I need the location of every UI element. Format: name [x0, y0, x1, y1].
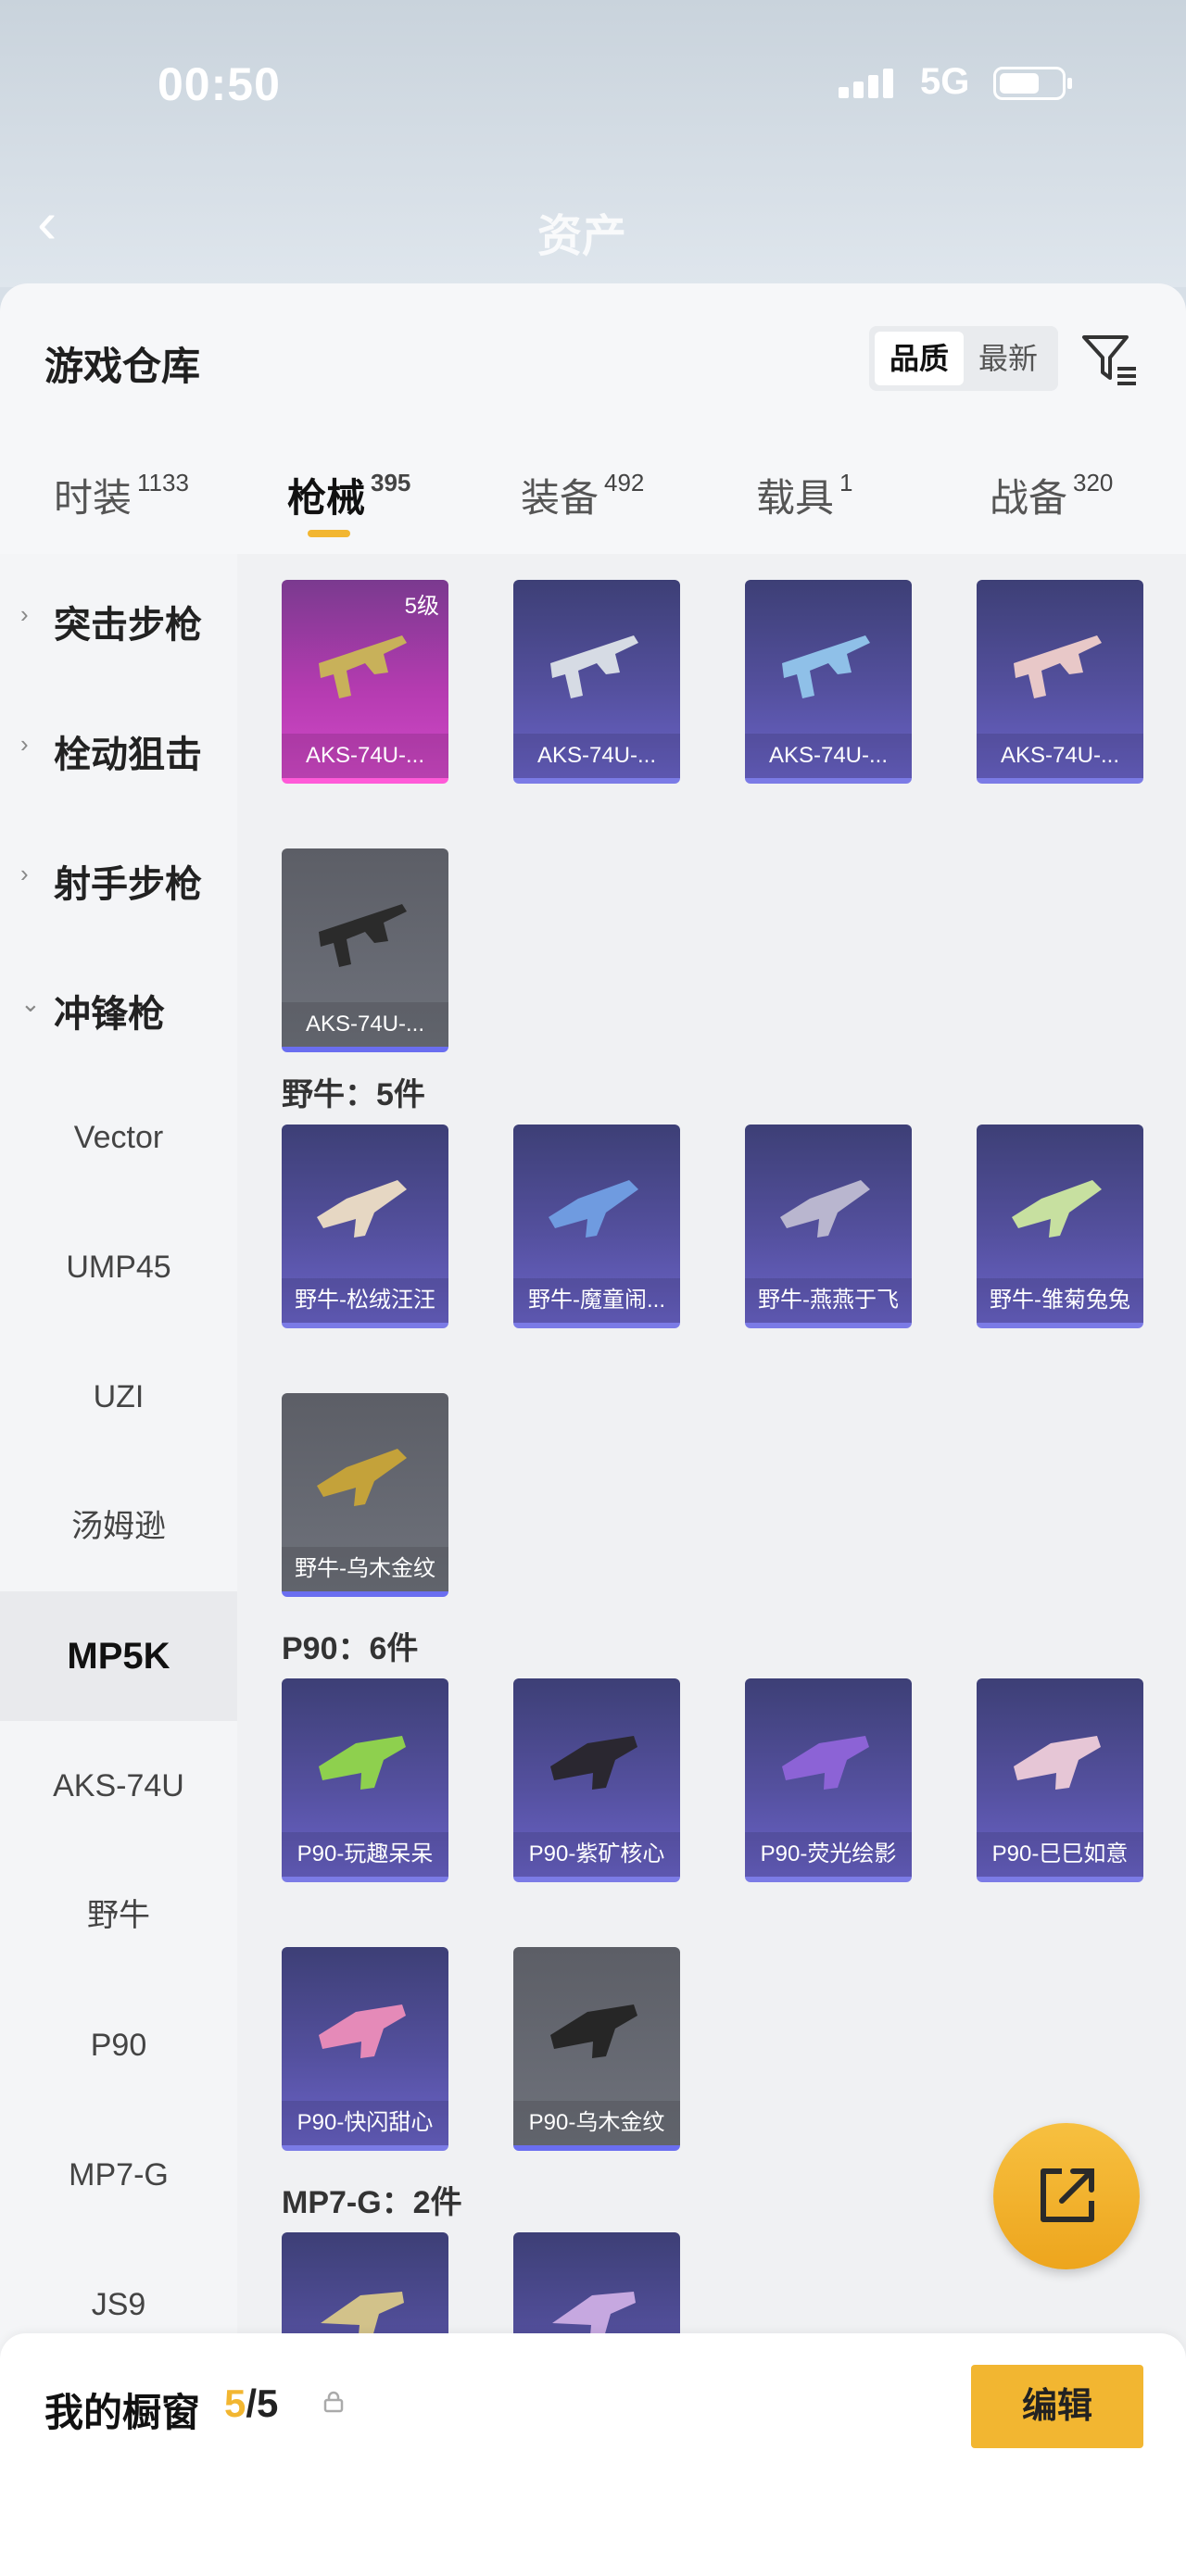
chevron-right-icon: › [20, 600, 29, 628]
weapon-name: P90-荧光绘影 [745, 1832, 912, 1877]
weapon-card[interactable]: AKS-74U-... [282, 848, 448, 1052]
edit-button[interactable]: 编辑 [971, 2365, 1143, 2448]
status-time: 00:50 [158, 58, 281, 110]
smg-icon [317, 1449, 407, 1506]
weapon-name: 野牛-雏菊兔兔 [977, 1278, 1143, 1323]
sidebar-category-marksman-rifle[interactable]: › 射手步枪 [0, 813, 237, 943]
battery-icon [993, 67, 1072, 100]
sidebar-category-bolt-sniper[interactable]: › 栓动狙击 [0, 684, 237, 813]
status-bar: 00:50 5G ‹ 资产 [0, 0, 1186, 287]
sheet-title: 游戏仓库 [44, 345, 201, 388]
weapon-name: AKS-74U-... [745, 734, 912, 778]
smg-icon [780, 1180, 870, 1238]
back-button[interactable]: ‹ [37, 193, 57, 252]
weapon-card[interactable]: 野牛-燕燕于飞 [745, 1125, 912, 1328]
weapon-name: 野牛-魔童闹... [513, 1278, 680, 1323]
weapon-card[interactable]: AKS-74U-... [513, 580, 680, 784]
network-label: 5G [920, 61, 970, 102]
weapon-card[interactable]: AKS-74U-... [745, 580, 912, 784]
weapon-card[interactable]: P90-巳巳如意 [977, 1678, 1143, 1882]
sidebar-category-smg[interactable]: ⌄ 冲锋枪 [0, 943, 237, 1073]
weapon-name: P90-玩趣呆呆 [282, 1832, 448, 1877]
rifle-icon [550, 635, 638, 698]
weapon-card[interactable]: 野牛-乌木金纹 [282, 1393, 448, 1597]
weapon-card[interactable]: P90-乌木金纹 [513, 1947, 680, 2151]
showcase-label: 我的橱窗 [44, 2391, 201, 2434]
tab-gear[interactable]: 战备 320 [990, 467, 1113, 523]
sidebar-item-uzi[interactable]: UZI [0, 1332, 237, 1462]
weapon-sidebar: › 突击步枪 › 栓动狙击 › 射手步枪 ⌄ 冲锋枪 Vector UMP45 UZI … [0, 554, 237, 2576]
weapon-card[interactable]: P90-快闪甜心 [282, 1947, 448, 2151]
weapon-card[interactable]: 野牛-松绒汪汪 [282, 1125, 448, 1328]
weapon-card[interactable]: AKS-74U-... [977, 580, 1143, 784]
weapon-name: AKS-74U-... [282, 734, 448, 778]
level-badge: 5级 [404, 594, 439, 619]
sort-quality-option[interactable]: 品质 [875, 332, 964, 385]
weapon-name: P90-乌木金纹 [513, 2101, 680, 2145]
weapon-name: 野牛-松绒汪汪 [282, 1278, 448, 1323]
share-icon [1041, 2168, 1094, 2222]
sidebar-item-ump45[interactable]: UMP45 [0, 1202, 237, 1332]
group-label-bison: 野牛：5件 [282, 1077, 425, 1112]
sidebar-item-aks74u[interactable]: AKS-74U [0, 1721, 237, 1851]
smg-icon [550, 1736, 637, 1790]
active-tab-indicator [308, 530, 350, 537]
tab-vehicles[interactable]: 载具 1 [756, 467, 852, 523]
tab-fashion[interactable]: 时装 1133 [54, 467, 189, 523]
chevron-down-icon: ⌄ [20, 989, 41, 1017]
share-button[interactable] [993, 2123, 1140, 2269]
sidebar-item-p90[interactable]: P90 [0, 1980, 237, 2110]
weapon-card[interactable]: P90-紫矿核心 [513, 1678, 680, 1882]
rifle-icon [319, 635, 407, 698]
weapon-name: 野牛-乌木金纹 [282, 1547, 448, 1591]
rifle-icon [1014, 635, 1102, 698]
sidebar-item-vector[interactable]: Vector [0, 1073, 237, 1202]
showcase-bar: 我的橱窗 5/5 编辑 [0, 2333, 1186, 2576]
weapon-name: P90-快闪甜心 [282, 2101, 448, 2145]
smg-icon [319, 2004, 406, 2058]
weapon-card[interactable]: 野牛-雏菊兔兔 [977, 1125, 1143, 1328]
chevron-right-icon: › [20, 860, 29, 887]
smg-icon [1012, 1180, 1102, 1238]
weapon-name: AKS-74U-... [977, 734, 1143, 778]
smg-icon [319, 1736, 406, 1790]
smg-icon [1014, 1736, 1101, 1790]
weapon-card[interactable]: 5级 AKS-74U-... [282, 580, 448, 784]
rifle-icon [782, 635, 870, 698]
smg-icon [317, 1180, 407, 1238]
weapon-name: AKS-74U-... [282, 1002, 448, 1047]
smg-icon [549, 1180, 638, 1238]
sidebar-category-assault-rifle[interactable]: › 突击步枪 [0, 554, 237, 684]
chevron-right-icon: › [20, 730, 29, 758]
tab-equipment[interactable]: 装备 492 [521, 467, 644, 523]
rifle-icon [319, 904, 407, 967]
signal-icon [839, 67, 903, 98]
smg-icon [550, 2004, 637, 2058]
sidebar-item-bison[interactable]: 野牛 [0, 1851, 237, 1980]
showcase-count: 5/5 [224, 2381, 279, 2425]
weapon-name: P90-紫矿核心 [513, 1832, 680, 1877]
sidebar-item-mp7g[interactable]: MP7-G [0, 2110, 237, 2240]
tab-firearms[interactable]: 枪械 395 [287, 467, 410, 537]
weapon-name: AKS-74U-... [513, 734, 680, 778]
category-tabs: 时装 1133 枪械 395 装备 492 载具 1 战备 320 [0, 467, 1186, 552]
group-label-mp7: MP7-G：2件 [282, 2185, 462, 2220]
weapon-name: 野牛-燕燕于飞 [745, 1278, 912, 1323]
lock-icon [323, 2391, 344, 2413]
filter-icon[interactable] [1080, 332, 1140, 387]
weapon-card[interactable]: P90-荧光绘影 [745, 1678, 912, 1882]
weapon-name: P90-巳巳如意 [977, 1832, 1143, 1877]
warehouse-sheet: 游戏仓库 品质 最新 时装 1133 枪械 395 装备 492 载具 1 战备 320 … [0, 283, 1186, 2576]
sort-newest-option[interactable]: 最新 [964, 332, 1053, 385]
smg-icon [782, 1736, 869, 1790]
background-page-title: 资产 [537, 212, 627, 261]
weapon-card[interactable]: 野牛-魔童闹... [513, 1125, 680, 1328]
sort-toggle: 品质 最新 [869, 326, 1058, 391]
sidebar-item-thompson[interactable]: 汤姆逊 [0, 1462, 237, 1591]
weapon-grid: 5级 AKS-74U-... AKS-74U-... AKS-74U-... A… [237, 554, 1186, 2576]
group-label-p90: P90：6件 [282, 1631, 419, 1666]
sidebar-item-mp5k[interactable]: MP5K [0, 1591, 237, 1721]
weapon-card[interactable]: P90-玩趣呆呆 [282, 1678, 448, 1882]
